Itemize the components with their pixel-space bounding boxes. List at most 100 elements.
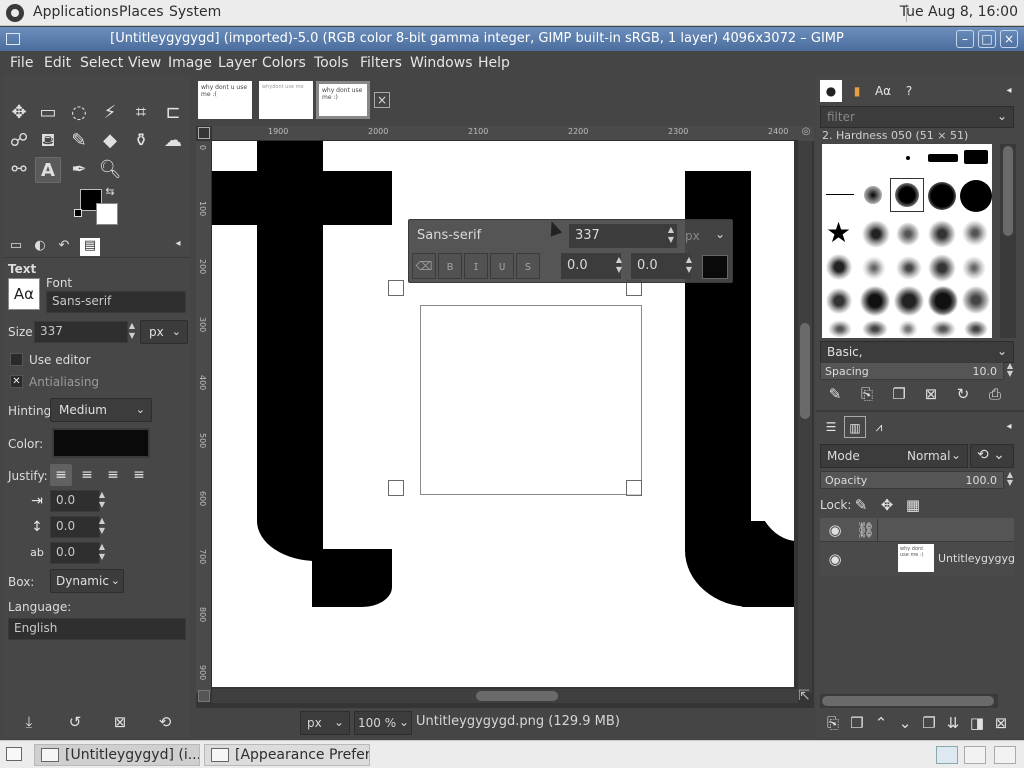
brush-thumb[interactable] [928,182,956,210]
menu-tools[interactable]: Tools [314,55,349,71]
layers-hscrollbar[interactable] [820,694,998,708]
navigate-image-icon[interactable]: ⇱ [796,688,812,704]
applications-menu[interactable]: Applications [33,4,119,20]
taskbar-item-appearance[interactable]: [Appearance Prefer... [204,744,370,766]
restore-tool-preset-icon[interactable]: ↺ [64,711,86,733]
letter-spacing-spinner[interactable]: ▲ ▼ [96,542,108,564]
size-unit-select[interactable]: px ⌄ [140,320,188,344]
scrollbar-thumb[interactable] [822,696,994,706]
background-color-swatch[interactable] [96,203,118,225]
box-select[interactable]: Dynamic ⌄ [50,569,124,593]
resize-handle-bottom-left[interactable] [388,480,404,496]
brush-thumb[interactable] [928,220,956,248]
toolbar-size-spinner[interactable]: ▲ ▼ [665,225,677,247]
duplicate-brush-icon[interactable]: ❐ [888,383,910,405]
save-tool-preset-icon[interactable]: ⤓ [18,711,40,733]
star-brush-icon[interactable]: ★ [826,216,851,249]
horizontal-scrollbar[interactable] [212,689,798,703]
refresh-brushes-icon[interactable]: ↻ [952,383,974,405]
paths-tool-icon[interactable]: ⚯ [6,157,32,183]
bold-style-icon[interactable]: ʙ [438,253,462,279]
italic-style-icon[interactable]: ɪ [464,253,488,279]
statusbar-unit-select[interactable]: px ⌄ [300,711,350,735]
duplicate-layer-icon[interactable]: ❐ [918,712,940,734]
fuzzy-select-tool-icon[interactable]: ⚡ [97,100,123,126]
show-desktop-icon[interactable] [6,747,22,761]
justify-fill-icon[interactable]: ≡ [128,464,150,486]
menu-image[interactable]: Image [168,55,212,71]
unified-transform-tool-icon[interactable]: ⊏ [160,100,186,126]
justify-right-icon[interactable]: ≡ [76,464,98,486]
taskbar-item-gimp[interactable]: [Untitleygygyd] (i... [34,744,200,766]
tool-options-tab-icon[interactable]: ▭ [6,238,26,256]
paths-tab-icon[interactable]: ⩘ [868,416,890,438]
layer-name[interactable]: Untitleygygygd.png [938,552,1014,565]
brushes-tab-icon[interactable]: ● [820,80,842,102]
lock-position-icon[interactable]: ✥ [876,494,898,516]
resize-handle-top-left[interactable] [388,280,404,296]
font-preview-button[interactable]: Aα [8,278,40,310]
clear-style-icon[interactable]: ⌫ [412,253,436,279]
brush-thumb[interactable] [928,286,958,316]
antialiasing-checkbox[interactable]: ✕ [10,375,23,388]
text-color-button[interactable] [52,428,150,458]
maximize-button[interactable]: □ [978,30,996,48]
strikethrough-style-icon[interactable]: s [516,253,540,279]
kerning-input[interactable]: 0.0 [631,253,691,279]
move-tool-icon[interactable]: ✥ [6,100,32,126]
rect-select-tool-icon[interactable]: ▭ [35,100,61,126]
lower-layer-icon[interactable]: ⌄ [894,712,916,734]
text-bounding-box[interactable] [420,305,642,495]
horizontal-ruler[interactable]: 1900 2000 2100 2200 2300 2400 [212,126,798,141]
new-layer-group-icon[interactable]: ❒ [846,712,868,734]
use-editor-checkbox[interactable] [10,353,23,366]
workspace-1-icon[interactable] [936,746,958,764]
underline-style-icon[interactable]: ᴜ [490,253,514,279]
brush-tag-select[interactable]: Basic, ⌄ [820,341,1014,363]
brush-thumb[interactable] [964,150,988,164]
scrollbar-thumb[interactable] [1003,146,1013,236]
new-layer-icon[interactable]: ⎘ [822,712,844,734]
merge-layer-icon[interactable]: ⇊ [942,712,964,734]
image-tab-thumbnail-active[interactable]: why dont use me :) [316,81,370,119]
clone-tool-icon[interactable]: ⚱ [128,128,154,154]
spacing-spinner[interactable]: ▲ ▼ [1004,362,1016,380]
zoom-navigate-icon[interactable]: ◎ [798,126,814,141]
brush-thumb[interactable] [826,254,852,280]
kerning-spinner[interactable]: ▲ ▼ [683,255,695,277]
zoom-tool-icon[interactable]: 🔍︎ [97,157,123,183]
menu-select[interactable]: Select [80,55,123,71]
color-picker-tool-icon[interactable]: ✒ [66,157,92,183]
line-spacing-input[interactable]: 0.0 [50,516,100,538]
brush-thumb[interactable] [964,320,988,338]
close-tab-icon[interactable]: × [374,92,390,108]
lock-pixels-icon[interactable]: ✎ [850,494,872,516]
help-tab-icon[interactable]: ? [898,80,920,102]
chain-header-icon[interactable]: ⛓ [854,519,878,541]
toolbar-unit-select[interactable]: px ⌄ [681,224,729,248]
lock-alpha-icon[interactable]: ▦ [902,494,924,516]
brush-thumb[interactable] [828,320,852,338]
patterns-tab-icon[interactable]: ▮ [846,80,868,102]
brush-thumb[interactable] [928,154,958,162]
image-canvas[interactable]: Sans-serif 337 ▲ ▼ px ⌄ ⌫ ʙ ɪ ᴜ s 0.0 ▲ ▼ 0… [212,141,794,687]
paintbrush-tool-icon[interactable]: ✎ [66,128,92,154]
places-menu[interactable]: Places [119,4,164,20]
default-colors-icon[interactable] [74,209,82,217]
brush-thumb[interactable] [862,320,888,338]
font-input[interactable]: Sans-serif [46,291,186,313]
brush-thumb[interactable] [894,286,924,316]
system-menu[interactable]: System [169,4,221,20]
opacity-spinner[interactable]: ▲ ▼ [1004,471,1016,489]
menu-colors[interactable]: Colors [262,55,306,71]
close-button[interactable]: × [1000,30,1018,48]
delete-tool-preset-icon[interactable]: ⊠ [109,711,131,733]
menu-file[interactable]: File [10,55,33,71]
brush-thumb[interactable] [962,286,990,314]
horizontal-scrollbar-thumb[interactable] [476,691,558,701]
workspace-3-icon[interactable] [994,746,1016,764]
visibility-header-icon[interactable]: ◉ [824,519,846,541]
indent-spinner[interactable]: ▲ ▼ [96,490,108,512]
brush-thumb[interactable] [930,320,956,338]
brush-thumb[interactable] [896,222,920,246]
